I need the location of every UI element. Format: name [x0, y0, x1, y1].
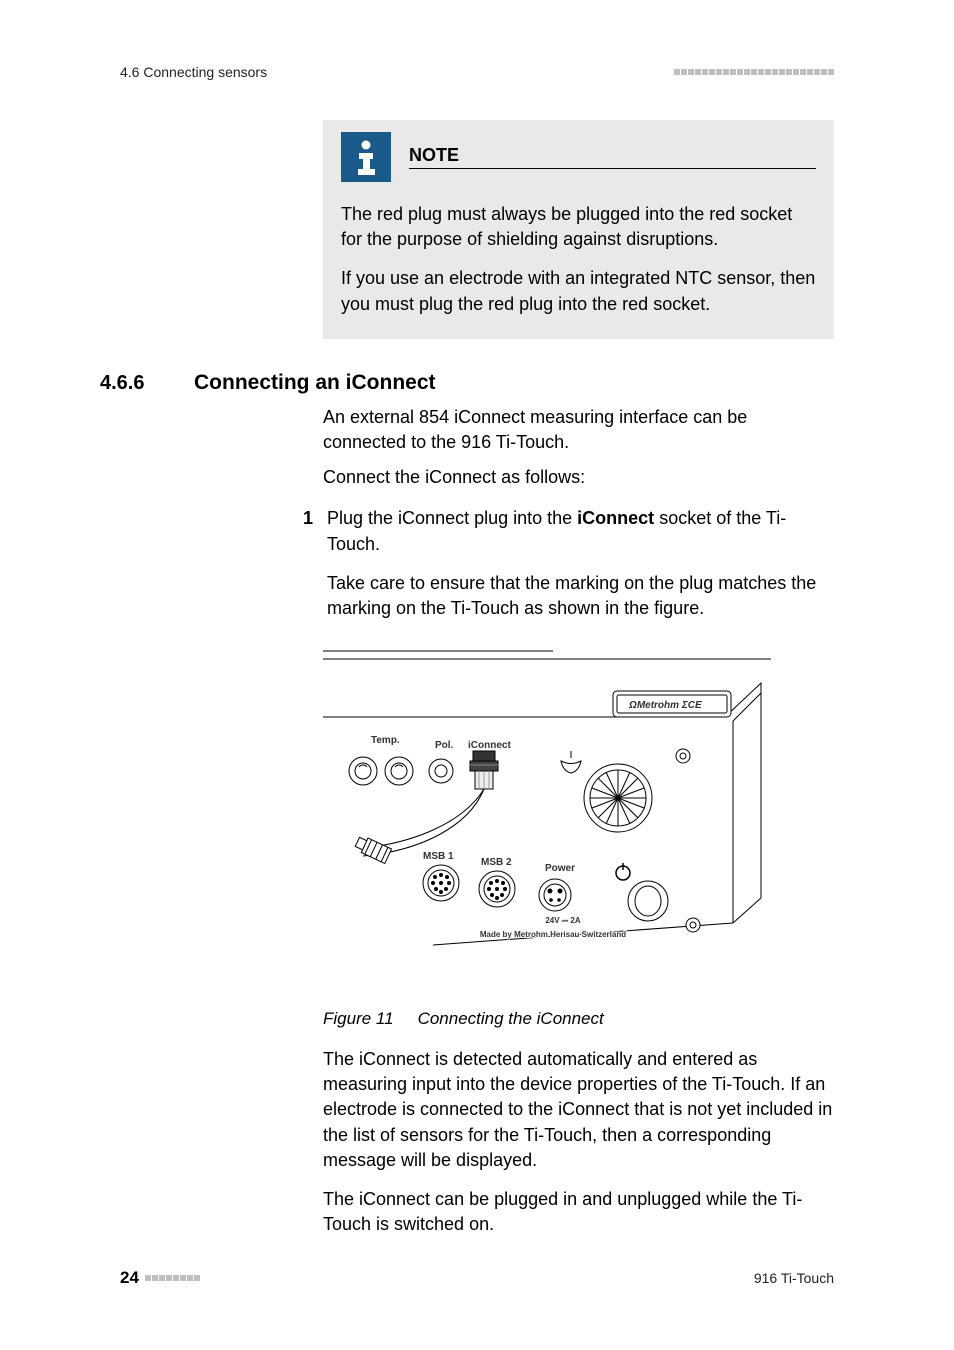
temp-label: Temp.: [371, 735, 400, 746]
intro-paragraph-2: Connect the iConnect as follows:: [323, 465, 834, 490]
after-paragraph-1: The iConnect is detected automatically a…: [323, 1047, 834, 1173]
note-paragraph-1: The red plug must always be plugged into…: [341, 202, 816, 252]
note-paragraph-2: If you use an electrode with an integrat…: [341, 266, 816, 316]
intro-paragraph-1: An external 854 iConnect measuring inter…: [323, 405, 834, 455]
msb1-label: MSB 1: [423, 851, 454, 862]
page-header: 4.6 Connecting sensors: [120, 64, 834, 80]
info-icon: [341, 132, 391, 182]
figure-caption-label: Figure 11: [323, 1009, 394, 1028]
step-line-2: Take care to ensure that the marking on …: [327, 571, 834, 621]
section-intro: An external 854 iConnect measuring inter…: [323, 405, 834, 491]
step-1: 1 Plug the iConnect plug into the iConne…: [295, 506, 834, 635]
footer-left: 24: [120, 1268, 200, 1288]
after-paragraph-2: The iConnect can be plugged in and unplu…: [323, 1187, 834, 1237]
brand-label: ΩMetrohm ΣCE: [628, 700, 702, 711]
page-number: 24: [120, 1268, 139, 1288]
after-figure-text: The iConnect is detected automatically a…: [323, 1047, 834, 1237]
note-body: The red plug must always be plugged into…: [341, 202, 816, 317]
note-header: NOTE: [341, 132, 816, 182]
page: 4.6 Connecting sensors NOTE The red: [0, 0, 954, 1350]
header-section-ref: 4.6 Connecting sensors: [120, 64, 267, 80]
footer-product: 916 Ti-Touch: [754, 1270, 834, 1286]
figure: ΩMetrohm ΣCE Temp. Pol. iConnect: [323, 643, 771, 1029]
figure-illustration: ΩMetrohm ΣCE Temp. Pol. iConnect: [323, 643, 771, 993]
iconnect-label: iConnect: [468, 740, 511, 751]
section-heading: 4.6.6 Connecting an iConnect: [120, 371, 834, 395]
page-footer: 24 916 Ti-Touch: [120, 1268, 834, 1288]
footer-decoration: [145, 1275, 200, 1281]
section-number: 4.6.6: [100, 372, 160, 395]
pol-label: Pol.: [435, 740, 454, 751]
header-decoration: [674, 69, 834, 75]
note-title: NOTE: [409, 145, 816, 169]
msb2-label: MSB 2: [481, 857, 512, 868]
figure-caption: Figure 11 Connecting the iConnect: [323, 1009, 771, 1029]
figure-caption-text: Connecting the iConnect: [418, 1009, 604, 1028]
power-label: Power: [545, 863, 575, 874]
section-title: Connecting an iConnect: [194, 371, 436, 395]
content: NOTE The red plug must always be plugged…: [120, 120, 834, 1251]
step-number: 1: [295, 506, 313, 635]
note-box: NOTE The red plug must always be plugged…: [323, 120, 834, 339]
made-label: Made by Metrohm Herisau Switzerland: [480, 930, 626, 939]
volt-label: 24V ⎓ 2A: [545, 916, 581, 925]
step-body: Plug the iConnect plug into the iConnect…: [327, 506, 834, 635]
step-line-1: Plug the iConnect plug into the iConnect…: [327, 506, 834, 556]
